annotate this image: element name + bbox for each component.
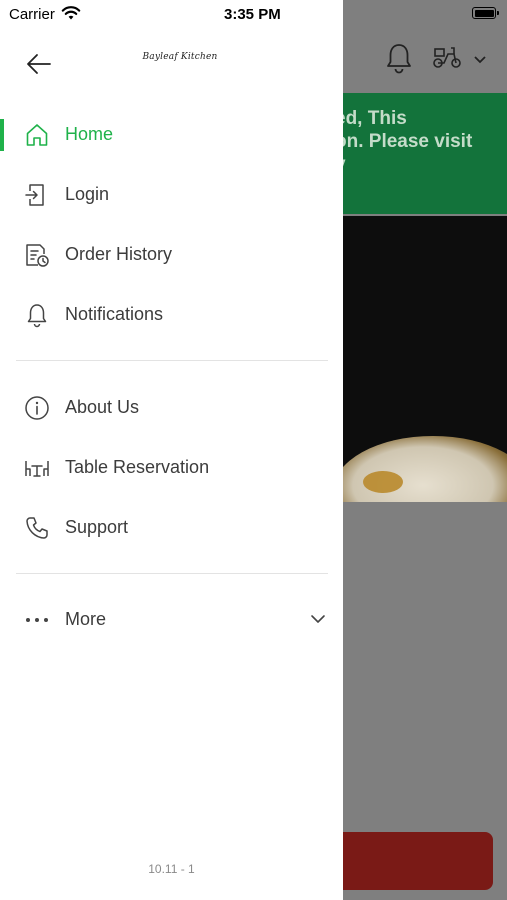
bell-icon [385, 42, 413, 79]
menu-item-label: Table Reservation [65, 457, 210, 477]
menu-item-table-reservation[interactable]: Table Reservation [0, 438, 343, 498]
notice-banner: ed, This on. Please visit y [343, 93, 507, 214]
status-bar: Carrier 3:35 PM [0, 0, 507, 28]
table-reservation-icon [24, 455, 50, 481]
bell-icon [24, 302, 50, 328]
info-icon [24, 395, 50, 421]
menu-item-home[interactable]: Home [0, 105, 343, 165]
home-icon [24, 122, 50, 148]
notice-line: ed, This [343, 108, 407, 129]
background-cta-button [343, 832, 493, 890]
app-version: 10.11 - 1 [148, 862, 195, 876]
more-dots-icon [24, 607, 50, 633]
login-icon [24, 182, 50, 208]
menu-item-more[interactable]: More [0, 590, 343, 650]
back-button[interactable] [24, 50, 54, 78]
wifi-icon [61, 5, 81, 26]
menu-item-label: Login [65, 184, 110, 204]
menu-item-login[interactable]: Login [0, 165, 343, 225]
order-history-icon [24, 242, 50, 268]
menu-item-label: Notifications [65, 304, 164, 324]
active-indicator [0, 119, 4, 151]
menu-item-support[interactable]: Support [0, 498, 343, 558]
clock: 3:35 PM [224, 6, 281, 23]
menu-item-label: About Us [65, 397, 140, 417]
divider [16, 360, 328, 361]
menu-item-label: Order History [65, 244, 173, 264]
divider [16, 573, 328, 574]
menu-item-about-us[interactable]: About Us [0, 378, 343, 438]
background-app-scrim[interactable]: ed, This on. Please visit y [343, 0, 507, 900]
menu-item-label: Support [65, 517, 129, 537]
battery-icon [472, 7, 499, 19]
food-image [343, 216, 507, 502]
menu-item-order-history[interactable]: Order History [0, 225, 343, 285]
carrier-label: Carrier [9, 6, 55, 23]
menu-item-label: More [65, 609, 107, 629]
brand-logo: Bayleaf Kitchen [142, 52, 218, 62]
notice-line: y [343, 153, 507, 176]
background-topbar [343, 28, 507, 92]
phone-icon [24, 515, 50, 541]
menu-item-notifications[interactable]: Notifications [0, 285, 343, 345]
arrow-left-icon [27, 54, 51, 74]
navigation-drawer: Bayleaf Kitchen Home Login Order History… [0, 0, 343, 900]
chevron-down-icon [473, 52, 487, 70]
menu-item-label: Home [65, 124, 114, 144]
chevron-down-icon [310, 612, 326, 630]
notice-line: on. Please visit [343, 131, 473, 152]
delivery-scooter-icon [431, 44, 463, 75]
